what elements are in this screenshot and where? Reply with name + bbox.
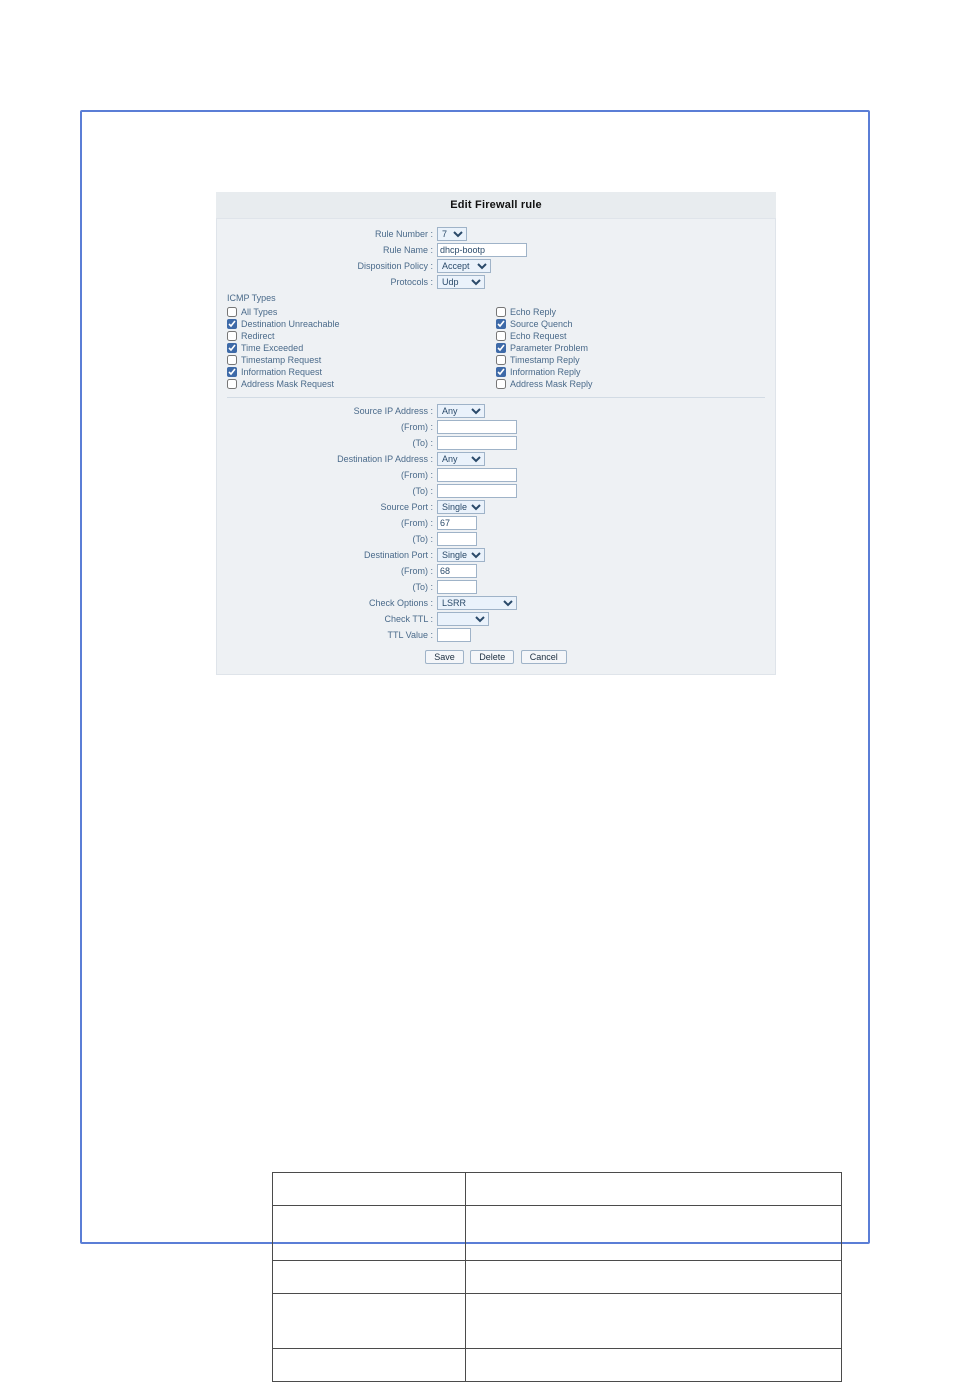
ttl-value-input[interactable] [437, 628, 471, 642]
destination-ip-label: Destination IP Address : [227, 454, 437, 464]
icmp-item-label: All Types [241, 307, 277, 317]
icmp-item-label: Information Reply [510, 367, 581, 377]
destination-ip-from-label: (From) : [227, 470, 437, 480]
check-ttl-select[interactable] [437, 612, 489, 626]
source-ip-select[interactable]: Any [437, 404, 485, 418]
rule-name-input[interactable] [437, 243, 527, 257]
icmp-item-label: Timestamp Reply [510, 355, 580, 365]
source-port-select[interactable]: Single [437, 500, 485, 514]
destination-port-from-input[interactable] [437, 564, 477, 578]
source-port-label: Source Port : [227, 502, 437, 512]
ttl-value-label: TTL Value : [227, 630, 437, 640]
source-port-from-label: (From) : [227, 518, 437, 528]
destination-ip-select[interactable]: Any [437, 452, 485, 466]
destination-port-label: Destination Port : [227, 550, 437, 560]
destination-port-select[interactable]: Single [437, 548, 485, 562]
source-port-to-label: (To) : [227, 534, 437, 544]
icmp-item-label: Time Exceeded [241, 343, 303, 353]
panel-title: Edit Firewall rule [216, 192, 776, 218]
icmp-item-label: Source Quench [510, 319, 573, 329]
icmp-item-label: Address Mask Reply [510, 379, 593, 389]
icmp-source-quench-checkbox[interactable] [496, 319, 506, 329]
protocols-select[interactable]: Udp [437, 275, 485, 289]
check-options-label: Check Options : [227, 598, 437, 608]
rule-number-select[interactable]: 7 [437, 227, 467, 241]
icmp-all-types-checkbox[interactable] [227, 307, 237, 317]
icmp-information-reply-checkbox[interactable] [496, 367, 506, 377]
icmp-echo-reply-checkbox[interactable] [496, 307, 506, 317]
source-ip-to-input[interactable] [437, 436, 517, 450]
destination-port-from-label: (From) : [227, 566, 437, 576]
icmp-item-label: Echo Reply [510, 307, 556, 317]
icmp-redirect-checkbox[interactable] [227, 331, 237, 341]
icmp-item-label: Parameter Problem [510, 343, 588, 353]
check-ttl-label: Check TTL : [227, 614, 437, 624]
destination-ip-from-input[interactable] [437, 468, 517, 482]
icmp-item-label: Address Mask Request [241, 379, 334, 389]
icmp-parameter-problem-checkbox[interactable] [496, 343, 506, 353]
destination-ip-to-input[interactable] [437, 484, 517, 498]
document-table [272, 1172, 842, 1382]
source-ip-from-label: (From) : [227, 422, 437, 432]
icmp-item-label: Information Request [241, 367, 322, 377]
source-ip-label: Source IP Address : [227, 406, 437, 416]
disposition-policy-select[interactable]: Accept [437, 259, 491, 273]
icmp-destination-unreachable-checkbox[interactable] [227, 319, 237, 329]
disposition-policy-label: Disposition Policy : [227, 261, 437, 271]
icmp-address-mask-reply-checkbox[interactable] [496, 379, 506, 389]
save-button[interactable]: Save [425, 650, 464, 664]
icmp-echo-request-checkbox[interactable] [496, 331, 506, 341]
destination-port-to-label: (To) : [227, 582, 437, 592]
source-port-from-input[interactable] [437, 516, 477, 530]
cancel-button[interactable]: Cancel [521, 650, 567, 664]
icmp-item-label: Timestamp Request [241, 355, 321, 365]
source-port-to-input[interactable] [437, 532, 477, 546]
icmp-item-label: Redirect [241, 331, 275, 341]
check-options-select[interactable]: LSRR [437, 596, 517, 610]
icmp-information-request-checkbox[interactable] [227, 367, 237, 377]
icmp-time-exceeded-checkbox[interactable] [227, 343, 237, 353]
icmp-types-heading: ICMP Types [227, 293, 765, 303]
edit-firewall-rule-panel: Edit Firewall rule Rule Number : 7 Rule … [216, 192, 776, 675]
destination-port-to-input[interactable] [437, 580, 477, 594]
icmp-timestamp-reply-checkbox[interactable] [496, 355, 506, 365]
source-ip-to-label: (To) : [227, 438, 437, 448]
source-ip-from-input[interactable] [437, 420, 517, 434]
destination-ip-to-label: (To) : [227, 486, 437, 496]
rule-number-label: Rule Number : [227, 229, 437, 239]
icmp-item-label: Echo Request [510, 331, 567, 341]
icmp-address-mask-request-checkbox[interactable] [227, 379, 237, 389]
icmp-timestamp-request-checkbox[interactable] [227, 355, 237, 365]
rule-name-label: Rule Name : [227, 245, 437, 255]
page-border: Edit Firewall rule Rule Number : 7 Rule … [80, 110, 870, 1244]
protocols-label: Protocols : [227, 277, 437, 287]
delete-button[interactable]: Delete [470, 650, 514, 664]
icmp-item-label: Destination Unreachable [241, 319, 340, 329]
